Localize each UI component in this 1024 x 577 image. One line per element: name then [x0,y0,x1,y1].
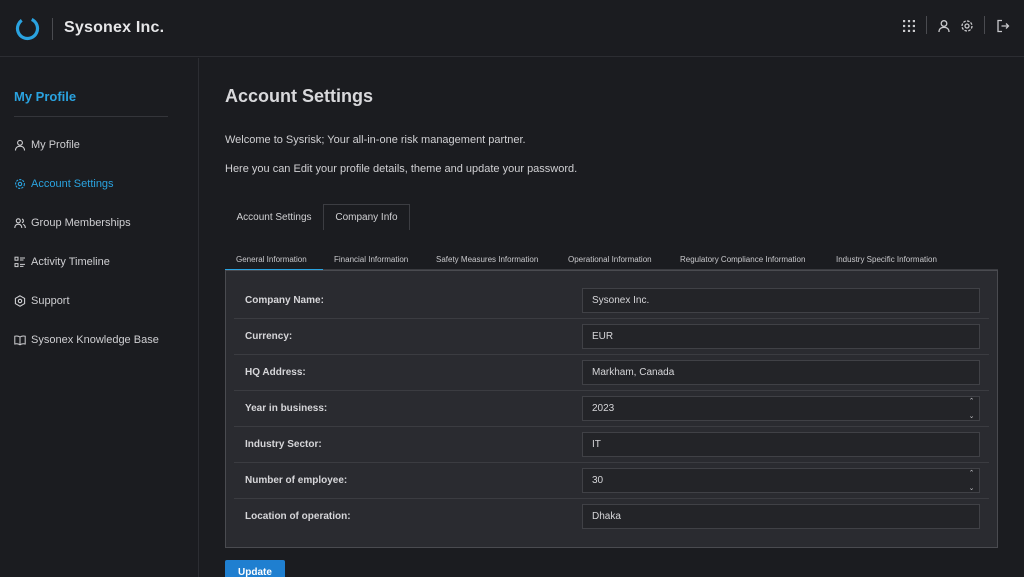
tab-company-info[interactable]: Company Info [323,204,410,230]
brand-divider [52,18,53,40]
form-row-industry-sector: Industry Sector: [234,427,989,463]
chevron-up-icon[interactable]: ⌃ [969,469,975,477]
gear-icon[interactable] [960,19,974,33]
field-label: Number of employee: [245,475,348,486]
field-label: Company Name: [245,295,324,306]
form-row-year-in-business: Year in business: ⌃ ⌄ [234,391,989,427]
form-row-currency: Currency: [234,319,989,355]
currency-input[interactable] [582,324,980,349]
form-row-number-of-employee: Number of employee: ⌃ ⌄ [234,463,989,499]
subtab-general-information[interactable]: General Information [236,248,307,270]
header-separator [926,16,927,34]
subtab-industry-specific-information[interactable]: Industry Specific Information [836,248,937,270]
chevron-down-icon[interactable]: ⌄ [969,412,975,420]
sidebar-item-activity-timeline[interactable]: Activity Timeline [14,252,110,272]
sidebar: My Profile My Profile Account Settings G… [0,58,199,577]
sidebar-item-label: My Profile [31,139,80,151]
chevron-up-icon[interactable]: ⌃ [969,397,975,405]
field-label: Location of operation: [245,511,351,522]
intro-text: Welcome to Sysrisk; Your all-in-one risk… [225,134,526,146]
sidebar-item-group-memberships[interactable]: Group Memberships [14,213,131,233]
logo-icon [15,16,40,41]
brand-name: Sysonex Inc. [64,19,165,36]
subtab-safety-measures-information[interactable]: Safety Measures Information [436,248,538,270]
sidebar-title: My Profile [14,89,77,104]
update-button[interactable]: Update [225,560,285,577]
field-label: HQ Address: [245,367,306,378]
user-icon [14,139,26,151]
industry-sector-input[interactable] [582,432,980,457]
gear-icon [15,179,25,189]
field-label: Currency: [245,331,293,342]
intro-text: Here you can Edit your profile details, … [225,163,578,175]
page-title: Account Settings [225,86,374,106]
tab-account-settings[interactable]: Account Settings [225,204,323,230]
sidebar-item-label: Support [31,295,70,307]
sidebar-item-label: Group Memberships [31,217,131,229]
sidebar-item-account-settings[interactable]: Account Settings [14,174,114,194]
settings-tabs: Account Settings Company Info [225,204,998,230]
book-icon [14,335,26,346]
location-of-operation-input[interactable] [582,504,980,529]
field-label: Industry Sector: [245,439,322,450]
company-name-input[interactable] [582,288,980,313]
support-icon [14,295,26,307]
year-stepper[interactable]: ⌃ ⌄ [964,397,979,420]
user-icon[interactable] [937,19,951,33]
company-info-subtabs: General Information Financial Informatio… [225,248,998,271]
form-row-company-name: Company Name: [234,283,989,319]
apps-grid-icon[interactable] [902,19,916,33]
logout-icon[interactable] [996,19,1010,33]
subtab-regulatory-compliance-information[interactable]: Regulatory Compliance Information [680,248,805,270]
employee-stepper[interactable]: ⌃ ⌄ [964,469,979,492]
sidebar-item-support[interactable]: Support [14,291,70,311]
sidebar-divider [14,116,168,117]
top-bar: Sysonex Inc. [0,0,1024,57]
hq-address-input[interactable] [582,360,980,385]
sidebar-item-knowledge-base[interactable]: Sysonex Knowledge Base [14,330,159,350]
field-label: Year in business: [245,403,328,414]
sidebar-item-label: Account Settings [31,178,114,190]
chevron-down-icon[interactable]: ⌄ [969,484,975,492]
sidebar-item-label: Activity Timeline [31,256,110,268]
general-information-form: Company Name: Currency: HQ Address: Year… [225,270,998,548]
sidebar-item-label: Sysonex Knowledge Base [31,334,159,346]
subtab-financial-information[interactable]: Financial Information [334,248,408,270]
sidebar-item-my-profile[interactable]: My Profile [14,135,80,155]
year-in-business-input[interactable] [582,396,980,421]
form-row-hq-address: HQ Address: [234,355,989,391]
header-separator [984,16,985,34]
users-icon [14,218,26,229]
subtab-operational-information[interactable]: Operational Information [568,248,652,270]
number-of-employee-input[interactable] [582,468,980,493]
timeline-icon [14,256,25,268]
form-row-location-of-operation: Location of operation: [234,499,989,535]
